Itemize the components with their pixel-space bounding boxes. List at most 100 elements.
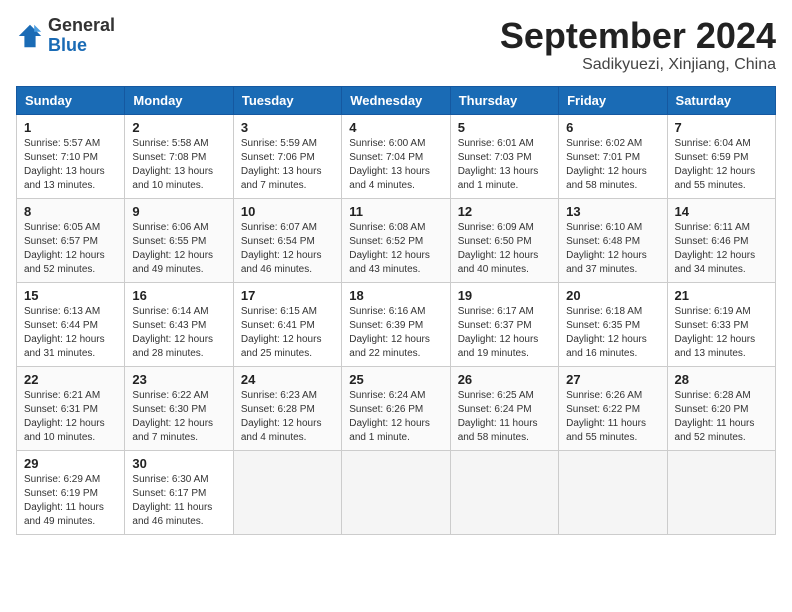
calendar-cell bbox=[450, 450, 558, 534]
calendar-cell: 13 Sunrise: 6:10 AM Sunset: 6:48 PM Dayli… bbox=[559, 198, 667, 282]
calendar-cell: 21Sunrise: 6:19 AM Sunset: 6:33 PM Dayli… bbox=[667, 282, 775, 366]
calendar-cell: 22 Sunrise: 6:21 AM Sunset: 6:31 PM Dayli… bbox=[17, 366, 125, 450]
day-info: Sunrise: 6:30 AM Sunset: 6:17 PM Dayligh… bbox=[132, 473, 225, 529]
day-info: Sunrise: 6:25 AM Sunset: 6:24 PM Dayligh… bbox=[458, 389, 551, 445]
calendar-cell: 16Sunrise: 6:14 AM Sunset: 6:43 PM Dayli… bbox=[125, 282, 233, 366]
day-number: 13 bbox=[566, 204, 659, 219]
calendar-week-row: 29 Sunrise: 6:29 AM Sunset: 6:19 PM Dayli… bbox=[17, 450, 776, 534]
day-number: 10 bbox=[241, 204, 334, 219]
day-number: 17 bbox=[241, 288, 334, 303]
col-header-friday: Friday bbox=[559, 86, 667, 114]
day-number: 12 bbox=[458, 204, 551, 219]
day-info: Sunrise: 6:00 AM Sunset: 7:04 PM Dayligh… bbox=[349, 137, 442, 193]
day-number: 18 bbox=[349, 288, 442, 303]
day-info: Sunrise: 6:26 AM Sunset: 6:22 PM Dayligh… bbox=[566, 389, 659, 445]
calendar-cell: 12 Sunrise: 6:09 AM Sunset: 6:50 PM Dayli… bbox=[450, 198, 558, 282]
calendar-cell bbox=[667, 450, 775, 534]
day-number: 23 bbox=[132, 372, 225, 387]
day-number: 22 bbox=[24, 372, 117, 387]
day-number: 4 bbox=[349, 120, 442, 135]
day-number: 8 bbox=[24, 204, 117, 219]
calendar-cell: 20 Sunrise: 6:18 AM Sunset: 6:35 PM Dayli… bbox=[559, 282, 667, 366]
col-header-sunday: Sunday bbox=[17, 86, 125, 114]
calendar-cell: 8 Sunrise: 6:05 AM Sunset: 6:57 PM Daylig… bbox=[17, 198, 125, 282]
day-info: Sunrise: 6:23 AM Sunset: 6:28 PM Dayligh… bbox=[241, 389, 334, 445]
day-number: 3 bbox=[241, 120, 334, 135]
day-number: 9 bbox=[132, 204, 225, 219]
calendar-cell: 30 Sunrise: 6:30 AM Sunset: 6:17 PM Dayli… bbox=[125, 450, 233, 534]
calendar-cell: 28Sunrise: 6:28 AM Sunset: 6:20 PM Dayli… bbox=[667, 366, 775, 450]
day-info: Sunrise: 6:29 AM Sunset: 6:19 PM Dayligh… bbox=[24, 473, 117, 529]
day-info: Sunrise: 6:05 AM Sunset: 6:57 PM Dayligh… bbox=[24, 221, 117, 277]
day-info: Sunrise: 6:15 AM Sunset: 6:41 PM Dayligh… bbox=[241, 305, 334, 361]
day-info: Sunrise: 6:22 AM Sunset: 6:30 PM Dayligh… bbox=[132, 389, 225, 445]
calendar-cell: 25Sunrise: 6:24 AM Sunset: 6:26 PM Dayli… bbox=[342, 366, 450, 450]
calendar-cell: 5 Sunrise: 6:01 AM Sunset: 7:03 PM Daylig… bbox=[450, 114, 558, 198]
day-number: 11 bbox=[349, 204, 442, 219]
col-header-monday: Monday bbox=[125, 86, 233, 114]
calendar-cell: 11 Sunrise: 6:08 AM Sunset: 6:52 PM Dayli… bbox=[342, 198, 450, 282]
calendar-cell: 24 Sunrise: 6:23 AM Sunset: 6:28 PM Dayli… bbox=[233, 366, 341, 450]
day-info: Sunrise: 5:58 AM Sunset: 7:08 PM Dayligh… bbox=[132, 137, 225, 193]
day-info: Sunrise: 6:02 AM Sunset: 7:01 PM Dayligh… bbox=[566, 137, 659, 193]
calendar-cell: 14Sunrise: 6:11 AM Sunset: 6:46 PM Dayli… bbox=[667, 198, 775, 282]
title-area: September 2024 Sadikyuezi, Xinjiang, Chi… bbox=[500, 16, 776, 74]
calendar-cell: 9 Sunrise: 6:06 AM Sunset: 6:55 PM Daylig… bbox=[125, 198, 233, 282]
day-info: Sunrise: 6:07 AM Sunset: 6:54 PM Dayligh… bbox=[241, 221, 334, 277]
calendar-cell: 15 Sunrise: 6:13 AM Sunset: 6:44 PM Dayli… bbox=[17, 282, 125, 366]
col-header-thursday: Thursday bbox=[450, 86, 558, 114]
calendar-cell: 4 Sunrise: 6:00 AM Sunset: 7:04 PM Daylig… bbox=[342, 114, 450, 198]
calendar-cell: 26 Sunrise: 6:25 AM Sunset: 6:24 PM Dayli… bbox=[450, 366, 558, 450]
calendar-cell: 10 Sunrise: 6:07 AM Sunset: 6:54 PM Dayli… bbox=[233, 198, 341, 282]
logo-general: General bbox=[48, 15, 115, 35]
calendar-table: SundayMondayTuesdayWednesdayThursdayFrid… bbox=[16, 86, 776, 535]
calendar-cell: 17 Sunrise: 6:15 AM Sunset: 6:41 PM Dayli… bbox=[233, 282, 341, 366]
day-info: Sunrise: 6:06 AM Sunset: 6:55 PM Dayligh… bbox=[132, 221, 225, 277]
calendar-cell: 23 Sunrise: 6:22 AM Sunset: 6:30 PM Dayli… bbox=[125, 366, 233, 450]
calendar-week-row: 1Sunrise: 5:57 AM Sunset: 7:10 PM Daylig… bbox=[17, 114, 776, 198]
logo: General Blue bbox=[16, 16, 115, 56]
logo-blue: Blue bbox=[48, 35, 87, 55]
day-number: 5 bbox=[458, 120, 551, 135]
calendar-week-row: 22 Sunrise: 6:21 AM Sunset: 6:31 PM Dayli… bbox=[17, 366, 776, 450]
calendar-week-row: 8 Sunrise: 6:05 AM Sunset: 6:57 PM Daylig… bbox=[17, 198, 776, 282]
day-number: 19 bbox=[458, 288, 551, 303]
day-number: 25 bbox=[349, 372, 442, 387]
calendar-cell: 29 Sunrise: 6:29 AM Sunset: 6:19 PM Dayli… bbox=[17, 450, 125, 534]
day-number: 21 bbox=[675, 288, 768, 303]
day-number: 15 bbox=[24, 288, 117, 303]
day-number: 29 bbox=[24, 456, 117, 471]
calendar-week-row: 15 Sunrise: 6:13 AM Sunset: 6:44 PM Dayli… bbox=[17, 282, 776, 366]
calendar-cell: 2 Sunrise: 5:58 AM Sunset: 7:08 PM Daylig… bbox=[125, 114, 233, 198]
day-number: 30 bbox=[132, 456, 225, 471]
calendar-cell: 3 Sunrise: 5:59 AM Sunset: 7:06 PM Daylig… bbox=[233, 114, 341, 198]
day-number: 27 bbox=[566, 372, 659, 387]
day-number: 2 bbox=[132, 120, 225, 135]
day-number: 14 bbox=[675, 204, 768, 219]
day-info: Sunrise: 6:08 AM Sunset: 6:52 PM Dayligh… bbox=[349, 221, 442, 277]
day-info: Sunrise: 6:13 AM Sunset: 6:44 PM Dayligh… bbox=[24, 305, 117, 361]
day-number: 20 bbox=[566, 288, 659, 303]
col-header-tuesday: Tuesday bbox=[233, 86, 341, 114]
calendar-cell: 1Sunrise: 5:57 AM Sunset: 7:10 PM Daylig… bbox=[17, 114, 125, 198]
day-info: Sunrise: 5:59 AM Sunset: 7:06 PM Dayligh… bbox=[241, 137, 334, 193]
col-header-wednesday: Wednesday bbox=[342, 86, 450, 114]
day-info: Sunrise: 6:09 AM Sunset: 6:50 PM Dayligh… bbox=[458, 221, 551, 277]
month-title: September 2024 bbox=[500, 16, 776, 56]
location-subtitle: Sadikyuezi, Xinjiang, China bbox=[500, 56, 776, 74]
calendar-cell: 18Sunrise: 6:16 AM Sunset: 6:39 PM Dayli… bbox=[342, 282, 450, 366]
calendar-cell bbox=[233, 450, 341, 534]
day-info: Sunrise: 6:01 AM Sunset: 7:03 PM Dayligh… bbox=[458, 137, 551, 193]
page-header: General Blue September 2024 Sadikyuezi, … bbox=[16, 16, 776, 74]
day-info: Sunrise: 6:18 AM Sunset: 6:35 PM Dayligh… bbox=[566, 305, 659, 361]
day-number: 1 bbox=[24, 120, 117, 135]
day-info: Sunrise: 6:10 AM Sunset: 6:48 PM Dayligh… bbox=[566, 221, 659, 277]
day-number: 24 bbox=[241, 372, 334, 387]
day-number: 26 bbox=[458, 372, 551, 387]
calendar-header-row: SundayMondayTuesdayWednesdayThursdayFrid… bbox=[17, 86, 776, 114]
day-info: Sunrise: 6:14 AM Sunset: 6:43 PM Dayligh… bbox=[132, 305, 225, 361]
day-info: Sunrise: 6:17 AM Sunset: 6:37 PM Dayligh… bbox=[458, 305, 551, 361]
day-info: Sunrise: 6:21 AM Sunset: 6:31 PM Dayligh… bbox=[24, 389, 117, 445]
day-info: Sunrise: 6:28 AM Sunset: 6:20 PM Dayligh… bbox=[675, 389, 768, 445]
day-info: Sunrise: 6:04 AM Sunset: 6:59 PM Dayligh… bbox=[675, 137, 768, 193]
